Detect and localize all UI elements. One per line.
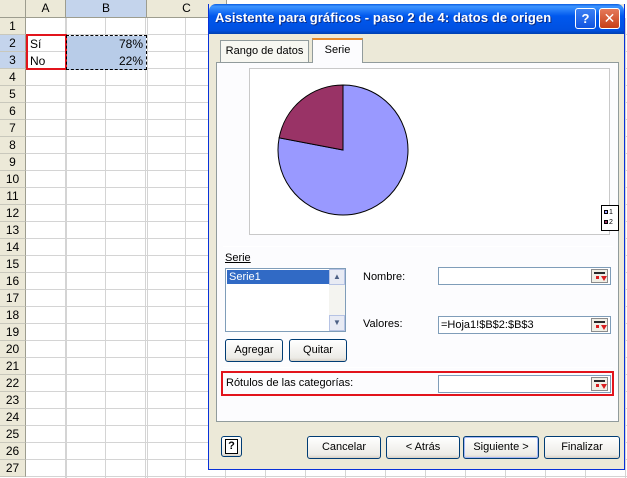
agregar-button[interactable]: Agregar (225, 339, 283, 362)
chart-wizard-dialog: Asistente para gráficos - paso 2 de 4: d… (208, 4, 625, 470)
serie-section-label: Serie (225, 252, 251, 264)
row-header-26[interactable]: 26 (0, 443, 26, 460)
rotulos-label: Rótulos de las categorías: (226, 377, 354, 389)
finish-button[interactable]: Finalizar (544, 436, 620, 459)
row-header-12[interactable]: 12 (0, 205, 26, 222)
valores-collapse-button[interactable] (591, 318, 608, 332)
row-header-15[interactable]: 15 (0, 256, 26, 273)
row-header-23[interactable]: 23 (0, 392, 26, 409)
legend-item-2: 2 (604, 218, 613, 228)
separator (223, 246, 613, 247)
series-item-serie1[interactable]: Serie1 (227, 270, 329, 284)
valores-label: Valores: (363, 318, 403, 330)
row-header-19[interactable]: 19 (0, 324, 26, 341)
row-header-27[interactable]: 27 (0, 460, 26, 477)
legend-swatch-1 (604, 210, 608, 215)
row-header-6[interactable]: 6 (0, 103, 26, 120)
rotulos-field[interactable] (438, 375, 611, 393)
row-header-24[interactable]: 24 (0, 409, 26, 426)
valores-field[interactable]: =Hoja1!$B$2:$B$3 (438, 316, 611, 334)
scroll-down-arrow[interactable]: ▼ (329, 315, 345, 331)
help-icon: ? (225, 439, 238, 454)
row-header-20[interactable]: 20 (0, 341, 26, 358)
back-button[interactable]: < Atrás (386, 436, 460, 459)
row-header-22[interactable]: 22 (0, 375, 26, 392)
cancel-button[interactable]: Cancelar (307, 436, 381, 459)
legend-item-1: 1 (604, 208, 613, 218)
tab-serie[interactable]: Serie (312, 38, 363, 63)
title-help-button[interactable]: ? (575, 8, 596, 29)
nombre-label: Nombre: (363, 271, 406, 283)
row-header-16[interactable]: 16 (0, 273, 26, 290)
select-all-corner[interactable] (0, 0, 26, 18)
column-header-b[interactable]: B (66, 0, 147, 18)
collapse-dialog-icon (601, 384, 607, 389)
separator (223, 367, 613, 368)
scroll-up-arrow[interactable]: ▲ (329, 269, 345, 285)
collapse-dialog-icon (601, 325, 607, 330)
quitar-button[interactable]: Quitar (289, 339, 347, 362)
pie-chart (277, 84, 409, 216)
next-button[interactable]: Siguiente > (463, 436, 539, 459)
collapse-dialog-icon (601, 276, 607, 281)
dialog-title-bar[interactable]: Asistente para gráficos - paso 2 de 4: d… (209, 4, 624, 34)
rotulos-collapse-button[interactable] (591, 377, 608, 391)
selected-range-marquee (66, 35, 147, 70)
row-header-2[interactable]: 2 (0, 35, 26, 52)
row-header-1[interactable]: 1 (0, 18, 26, 35)
row-header-14[interactable]: 14 (0, 239, 26, 256)
row-header-3[interactable]: 3 (0, 52, 26, 69)
row-header-5[interactable]: 5 (0, 86, 26, 103)
series-listbox[interactable]: Serie1 ▲ ▼ (225, 268, 346, 332)
column-header-a[interactable]: A (26, 0, 66, 18)
tab-rango-de-datos[interactable]: Rango de datos (220, 40, 309, 62)
row-header-9[interactable]: 9 (0, 154, 26, 171)
title-close-button[interactable]: ✕ (599, 8, 620, 29)
chart-legend: 1 2 (601, 205, 619, 231)
nombre-field[interactable] (438, 267, 611, 285)
row-header-13[interactable]: 13 (0, 222, 26, 239)
series-scrollbar[interactable]: ▲ ▼ (329, 269, 345, 331)
row-header-10[interactable]: 10 (0, 171, 26, 188)
row-header-17[interactable]: 17 (0, 290, 26, 307)
dialog-title: Asistente para gráficos - paso 2 de 4: d… (215, 10, 552, 25)
row-header-11[interactable]: 11 (0, 188, 26, 205)
row-header-7[interactable]: 7 (0, 120, 26, 137)
chart-preview: 1 2 (249, 68, 619, 235)
legend-swatch-2 (604, 220, 608, 225)
row-header-21[interactable]: 21 (0, 358, 26, 375)
row-header-4[interactable]: 4 (0, 69, 26, 86)
category-range-highlight (26, 34, 67, 70)
help-button[interactable]: ? (221, 436, 242, 457)
nombre-collapse-button[interactable] (591, 269, 608, 283)
row-header-8[interactable]: 8 (0, 137, 26, 154)
row-header-25[interactable]: 25 (0, 426, 26, 443)
row-header-18[interactable]: 18 (0, 307, 26, 324)
